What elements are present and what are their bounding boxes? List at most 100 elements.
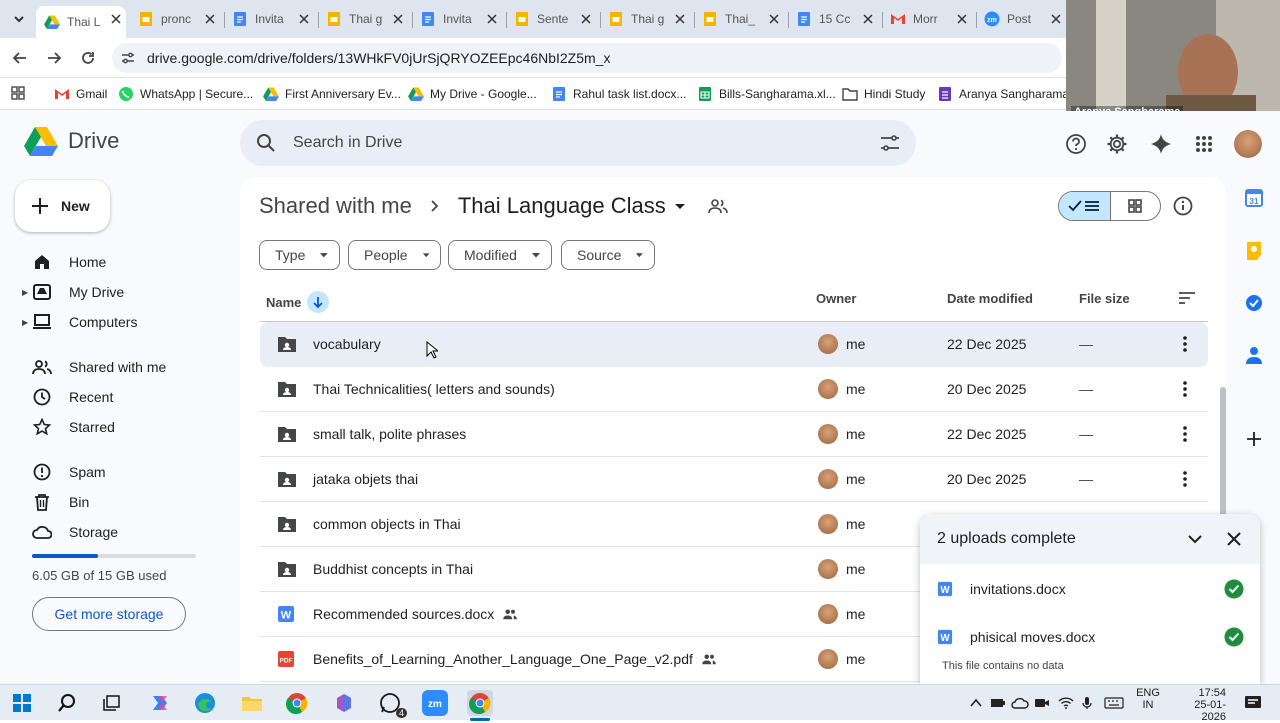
browser-tab[interactable]: 15 Cc [788, 6, 883, 32]
browser-tab[interactable]: pronc [130, 6, 225, 32]
file-row[interactable]: jataka objets thai me 20 Dec 2025 — [260, 457, 1208, 502]
nav-item-storage[interactable]: Storage [25, 517, 118, 547]
nav-item-my-drive[interactable]: ▶ My Drive [22, 277, 124, 307]
whatsapp-app[interactable]: 4 [377, 690, 407, 718]
browser-tab[interactable]: Morr [882, 6, 977, 32]
apps-grid-icon[interactable] [11, 86, 25, 100]
file-name[interactable]: Recommended sources.docx [313, 606, 518, 622]
breadcrumb-parent[interactable]: Shared with me [259, 193, 412, 219]
browser-tab[interactable]: Invita [224, 6, 319, 32]
battery-icon[interactable] [988, 690, 1008, 716]
edge-app[interactable] [192, 690, 218, 716]
settings-button[interactable] [1103, 130, 1131, 158]
column-header-owner[interactable]: Owner [816, 291, 856, 306]
collapse-button[interactable] [1186, 530, 1204, 548]
file-name[interactable]: small talk, polite phrases [313, 426, 466, 442]
browser-tab[interactable]: Invita [412, 6, 507, 32]
task-view-button[interactable] [99, 690, 125, 716]
zoom-app[interactable]: zm [422, 690, 448, 716]
more-actions-button[interactable] [1175, 334, 1195, 354]
file-name[interactable]: jataka objets thai [313, 471, 418, 487]
site-info-icon[interactable] [120, 50, 136, 66]
camera-icon[interactable] [1032, 690, 1052, 716]
file-name[interactable]: Buddhist concepts in Thai [313, 561, 473, 577]
bookmark-item[interactable]: First Anniversary Ev... [263, 86, 401, 102]
bookmark-item[interactable]: Hindi Study [842, 86, 925, 102]
file-row[interactable]: small talk, polite phrases me 22 Dec 2025… [260, 412, 1208, 457]
reload-button[interactable] [78, 48, 98, 68]
filter-chip-people[interactable]: People [348, 240, 441, 270]
tab-close-button[interactable] [200, 9, 220, 29]
filter-chip-source[interactable]: Source [561, 240, 655, 270]
nav-item-shared-with-me[interactable]: Shared with me [25, 352, 166, 382]
forward-button[interactable] [44, 48, 64, 68]
upload-item[interactable]: W invitations.docx [937, 579, 1244, 599]
file-name[interactable]: Thai Technicalities( letters and sounds) [313, 381, 555, 397]
taskbar-search-button[interactable] [54, 690, 80, 716]
list-view-button[interactable] [1059, 192, 1111, 220]
tab-close-button[interactable] [106, 9, 126, 29]
start-button[interactable] [9, 690, 35, 716]
bookmark-item[interactable]: My Drive - Google... [408, 86, 537, 102]
tab-close-button[interactable] [952, 9, 972, 29]
upload-item[interactable]: W phisical moves.docx [937, 627, 1244, 647]
sort-arrow-icon[interactable] [307, 291, 330, 313]
more-actions-button[interactable] [1175, 469, 1195, 489]
add-addon-button[interactable] [1242, 427, 1266, 451]
more-actions-button[interactable] [1175, 424, 1195, 444]
column-header-date[interactable]: Date modified [947, 291, 1033, 306]
browser-tab[interactable]: Thai_ [694, 6, 789, 32]
people-icon[interactable] [707, 198, 728, 214]
contacts-icon[interactable] [1242, 343, 1266, 367]
account-avatar[interactable] [1234, 130, 1262, 158]
file-name[interactable]: common objects in Thai [313, 516, 461, 532]
drive-logo[interactable]: Drive [24, 126, 119, 156]
bookmark-item[interactable]: Aranya Sangharama... [937, 86, 1079, 102]
google-apps-button[interactable] [1190, 130, 1218, 158]
tab-close-button[interactable] [670, 9, 690, 29]
caret-down-icon[interactable] [674, 200, 686, 212]
bookmark-item[interactable]: Gmail [54, 86, 107, 102]
expand-arrow-icon[interactable]: ▶ [22, 288, 28, 297]
more-actions-button[interactable] [1175, 379, 1195, 399]
search-bar[interactable]: Search in Drive [240, 120, 916, 166]
tab-close-button[interactable] [1046, 9, 1066, 29]
chrome-active-app[interactable] [467, 690, 493, 716]
omnibox[interactable]: drive.google.com/drive/folders/13WHkFV0j… [112, 43, 1062, 73]
new-button[interactable]: New [15, 180, 110, 232]
nav-item-home[interactable]: Home [25, 247, 106, 277]
microphone-icon[interactable] [1077, 690, 1097, 716]
tray-overflow-button[interactable] [966, 690, 986, 716]
search-options-icon[interactable] [880, 133, 900, 153]
bookmark-item[interactable]: Bills-Sangharama.xl... [697, 86, 836, 102]
nav-item-spam[interactable]: Spam [25, 457, 106, 487]
browser-tab[interactable]: zm Post [976, 6, 1071, 32]
m365-app[interactable] [331, 690, 357, 716]
browser-tab[interactable]: Sente [506, 6, 601, 32]
nav-item-starred[interactable]: Starred [25, 412, 115, 442]
notifications-button[interactable] [1240, 690, 1266, 716]
filter-chip-modified[interactable]: Modified [448, 240, 552, 270]
clock[interactable]: 17:54 25-01-2026 [1172, 687, 1226, 723]
expand-arrow-icon[interactable]: ▶ [22, 318, 28, 327]
file-name[interactable]: vocabulary [313, 336, 381, 352]
bookmark-item[interactable]: Rahul task list.docx... [551, 86, 686, 102]
nav-item-computers[interactable]: ▶ Computers [22, 307, 137, 337]
close-button[interactable] [1225, 530, 1243, 548]
tab-close-button[interactable] [858, 9, 878, 29]
nav-item-recent[interactable]: Recent [25, 382, 113, 412]
tab-close-button[interactable] [482, 9, 502, 29]
get-more-storage-button[interactable]: Get more storage [32, 597, 186, 631]
browser-tab[interactable]: Thai g [600, 6, 695, 32]
nav-item-bin[interactable]: Bin [25, 487, 89, 517]
column-header-name[interactable]: Name [266, 291, 330, 313]
copilot-app[interactable] [147, 690, 173, 716]
search-icon[interactable] [256, 133, 276, 153]
breadcrumb-current[interactable]: Thai Language Class [458, 193, 666, 219]
wifi-icon[interactable] [1056, 690, 1076, 716]
tab-close-button[interactable] [294, 9, 314, 29]
tab-search-dropdown[interactable] [8, 9, 30, 29]
back-button[interactable] [10, 48, 30, 68]
sort-options-button[interactable] [1178, 291, 1196, 305]
grid-view-button[interactable] [1111, 192, 1161, 220]
